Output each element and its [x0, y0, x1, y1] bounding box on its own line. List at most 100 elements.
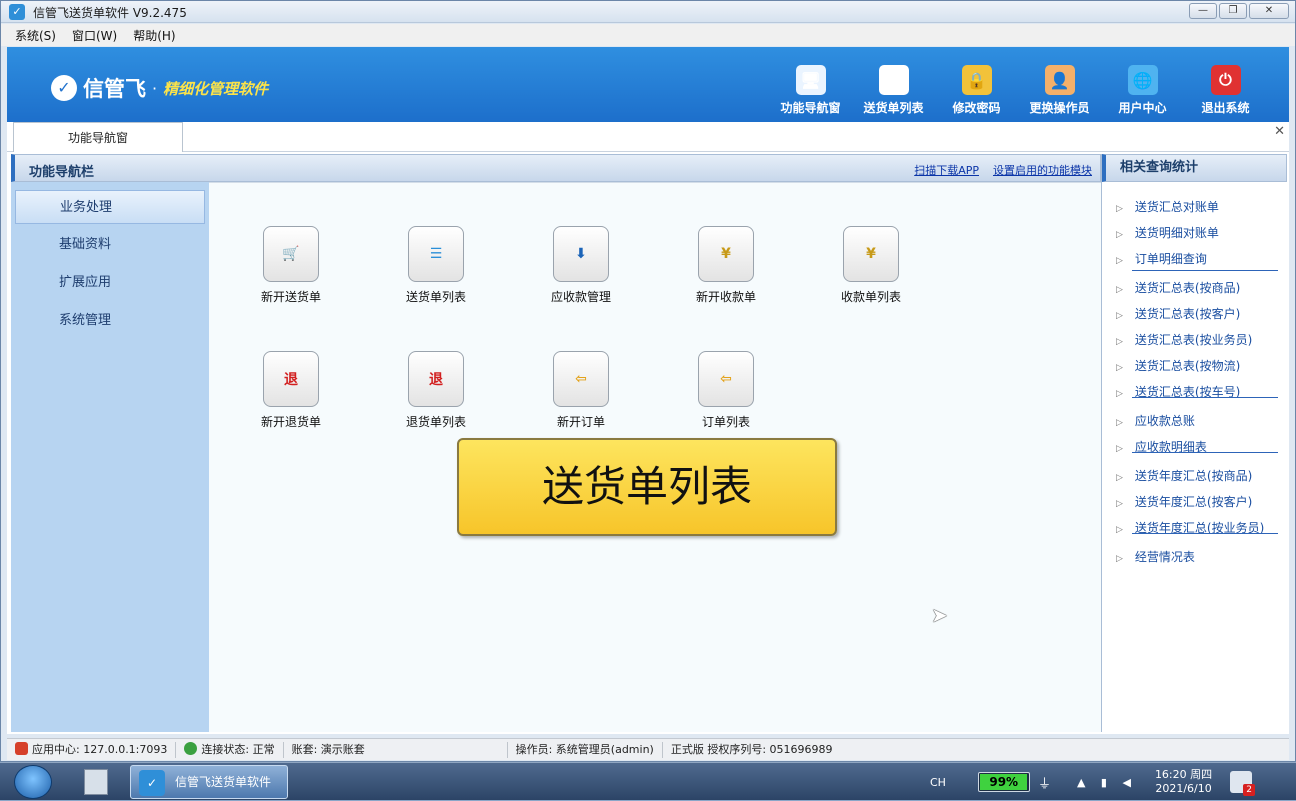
- triangle-right-icon: ▷: [1116, 389, 1123, 399]
- yen-note-icon: ¥: [698, 226, 754, 282]
- function-yen-note[interactable]: ¥ 新开收款单: [681, 226, 771, 305]
- notification-badge: 2: [1243, 784, 1256, 796]
- cart-icon: 🛒: [263, 226, 319, 282]
- triangle-right-icon: ▷: [1116, 311, 1123, 321]
- query-link[interactable]: ▷ 应收款总账: [1116, 412, 1195, 429]
- function-label: 新开收款单: [695, 290, 756, 304]
- toolbar-label: 送货单列表: [863, 101, 924, 115]
- query-link[interactable]: ▷ 送货汇总表(按客户): [1116, 305, 1240, 322]
- taskbar: ✓ 信管飞送货单软件 CH 99% ⏚ ▲ ▮ ◀ 16:20 周四 2021/…: [0, 762, 1296, 800]
- divider: [1132, 270, 1278, 271]
- function-return-list[interactable]: 退退货单列表: [391, 351, 481, 430]
- toolbar-button-user[interactable]: 👤 更换操作员: [1018, 65, 1101, 116]
- logo-slogan: 精细化管理软件: [163, 79, 269, 98]
- sidebar-item-business[interactable]: 业务处理: [15, 190, 205, 224]
- sidebar-item-extensions[interactable]: 扩展应用: [15, 266, 205, 300]
- menu-bar: 系统(S) 窗口(W) 帮助(H): [1, 24, 1295, 46]
- toolbar-button-power[interactable]: ⏻ 退出系统: [1184, 65, 1267, 116]
- menu-system[interactable]: 系统(S): [15, 27, 56, 44]
- power-icon: ⏻: [1210, 65, 1241, 95]
- query-link[interactable]: ▷ 送货年度汇总(按客户): [1116, 493, 1252, 510]
- globe-icon: 🌐: [1127, 65, 1158, 95]
- query-link[interactable]: ▷ 订单明细查询: [1116, 250, 1207, 267]
- function-cart-list[interactable]: ☰ 送货单列表: [391, 226, 481, 305]
- query-link[interactable]: ▷ 送货汇总表(按物流): [1116, 357, 1240, 374]
- mouse-cursor-icon: ➤: [931, 603, 948, 627]
- query-link[interactable]: ▷ 送货汇总表(按商品): [1116, 279, 1240, 296]
- triangle-right-icon: ▷: [1116, 554, 1123, 564]
- content-area: 功能导航栏 扫描下载APP 设置启用的功能模块 业务处理 基础资料 扩展应用 系…: [7, 152, 1289, 734]
- battery-level: 99%: [979, 774, 1028, 790]
- triangle-right-icon: ▷: [1116, 256, 1123, 266]
- function-label: 新开订单: [556, 415, 605, 429]
- function-order-list[interactable]: ⇦ 订单列表: [681, 351, 771, 430]
- app-window: ✓ 信管飞送货单软件 V9.2.475 — ❐ ✕ 系统(S) 窗口(W) 帮助…: [0, 0, 1296, 762]
- battery-meter[interactable]: 99%: [977, 772, 1030, 792]
- header-banner: ✓ 信管飞 · 精细化管理软件 🖥 功能导航窗 ☰ 送货单列表 🔒 修改密码 👤 更换操作员 🌐…: [7, 47, 1289, 122]
- status-connection: 连接状态: 正常: [176, 741, 284, 758]
- scan-download-app-link[interactable]: 扫描下载APP: [914, 162, 979, 178]
- nav-header-title: 功能导航栏: [29, 165, 95, 180]
- maximize-button[interactable]: ❐: [1219, 3, 1247, 19]
- hover-tooltip: 送货单列表: [457, 438, 837, 536]
- tab-function-navigator[interactable]: 功能导航窗: [13, 122, 183, 153]
- function-label: 订单列表: [701, 415, 750, 429]
- cart-list-icon: ☰: [408, 226, 464, 282]
- triangle-right-icon: ▷: [1116, 499, 1123, 509]
- toolbar-label: 修改密码: [952, 101, 1001, 115]
- query-link[interactable]: ▷ 送货明细对账单: [1116, 224, 1219, 241]
- user-icon: 👤: [1044, 65, 1075, 95]
- logo-mark-icon: ✓: [51, 75, 77, 101]
- triangle-right-icon: ▷: [1116, 204, 1123, 214]
- function-return-note[interactable]: 退新开退货单: [246, 351, 336, 430]
- list-icon: ☰: [878, 65, 909, 95]
- status-license: 正式版 授权序列号: 051696989: [670, 742, 833, 756]
- function-label: 新开退货单: [260, 415, 321, 429]
- function-order-note[interactable]: ⇦ 新开订单: [536, 351, 626, 430]
- tab-strip: 功能导航窗 ✕: [7, 122, 1289, 153]
- query-link[interactable]: ▷ 经营情况表: [1116, 548, 1195, 565]
- function-label: 退货单列表: [405, 415, 466, 429]
- toolbar-label: 功能导航窗: [780, 101, 841, 115]
- function-receivable[interactable]: ⬇ 应收款管理: [536, 226, 626, 305]
- logo-text: 信管飞: [83, 77, 146, 101]
- clock[interactable]: 16:20 周四 2021/6/10: [1155, 768, 1212, 796]
- triangle-right-icon: ▷: [1116, 444, 1123, 454]
- menu-help[interactable]: 帮助(H): [133, 27, 175, 44]
- close-button[interactable]: ✕: [1249, 3, 1289, 19]
- start-button[interactable]: [14, 765, 52, 799]
- receivable-icon: ⬇: [553, 226, 609, 282]
- yen-list-icon: ¥: [843, 226, 899, 282]
- set-modules-link[interactable]: 设置启用的功能模块: [993, 162, 1092, 178]
- triangle-right-icon: ▷: [1116, 525, 1123, 535]
- toolbar-button-lock[interactable]: 🔒 修改密码: [935, 65, 1018, 116]
- check-icon: [184, 741, 198, 755]
- brand-logo: ✓ 信管飞 · 精细化管理软件: [51, 73, 268, 103]
- input-method-indicator[interactable]: CH: [930, 776, 946, 789]
- query-link[interactable]: ▷ 送货汇总对账单: [1116, 198, 1219, 215]
- close-tab-icon[interactable]: ✕: [1274, 124, 1285, 139]
- menu-window[interactable]: 窗口(W): [72, 27, 117, 44]
- minimize-button[interactable]: —: [1189, 3, 1217, 19]
- sidebar: 业务处理 基础资料 扩展应用 系统管理: [11, 182, 209, 732]
- query-link[interactable]: ▷ 送货年度汇总(按商品): [1116, 467, 1252, 484]
- function-grid: ⇦ 订单列表 ⇦ 新开订单退退货单列表退新开退货单 ¥ 收款单列表 ¥ 新开收款单 ⬇ 应收款管理…: [209, 182, 1101, 732]
- sidebar-item-system[interactable]: 系统管理: [15, 304, 205, 338]
- toolbar-button-list[interactable]: ☰ 送货单列表: [852, 65, 935, 116]
- sidebar-item-basic-data[interactable]: 基础资料: [15, 228, 205, 262]
- calculator-icon[interactable]: [84, 769, 108, 795]
- query-link[interactable]: ▷ 送货汇总表(按业务员): [1116, 331, 1252, 348]
- action-center-icon[interactable]: 2: [1230, 771, 1256, 796]
- toolbar-label: 更换操作员: [1029, 101, 1090, 115]
- toolbar-button-monitor[interactable]: 🖥 功能导航窗: [769, 65, 852, 116]
- triangle-right-icon: ▷: [1116, 285, 1123, 295]
- divider: [1132, 533, 1278, 534]
- toolbar-button-globe[interactable]: 🌐 用户中心: [1101, 65, 1184, 116]
- function-cart[interactable]: 🛒 新开送货单: [246, 226, 336, 305]
- status-app-center: 应用中心: 127.0.0.1:7093: [7, 741, 177, 758]
- taskbar-app-button[interactable]: ✓ 信管飞送货单软件: [130, 765, 288, 799]
- function-yen-list[interactable]: ¥ 收款单列表: [826, 226, 916, 305]
- status-operator: 操作员: 系统管理员(admin): [508, 741, 663, 758]
- tray-icons[interactable]: ▲ ▮ ◀: [1077, 776, 1137, 789]
- lock-icon: 🔒: [961, 65, 992, 95]
